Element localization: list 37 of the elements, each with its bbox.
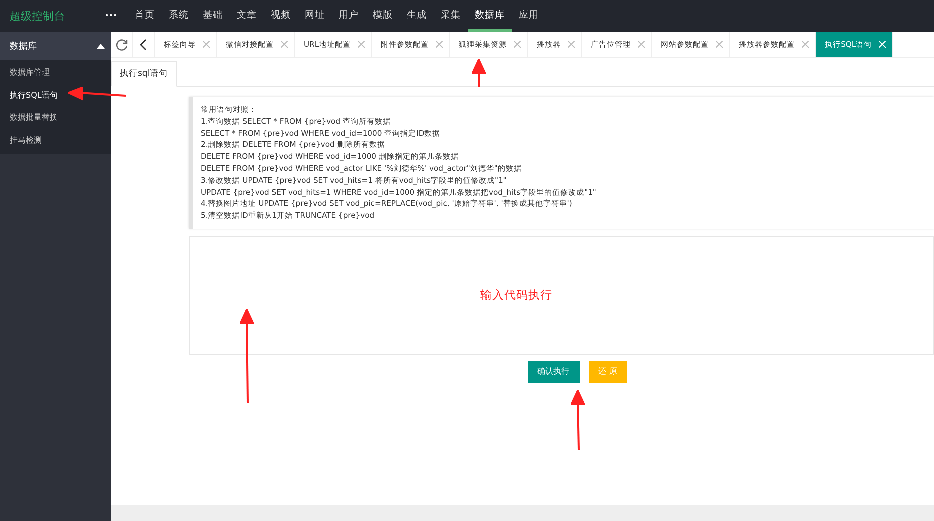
nav-item[interactable]: 采集 bbox=[434, 0, 468, 32]
close-icon[interactable] bbox=[568, 41, 576, 48]
annotation-arrow-icon bbox=[571, 390, 585, 450]
annotation-arrow-icon bbox=[68, 87, 126, 101]
close-icon[interactable] bbox=[638, 41, 646, 48]
confirm-button[interactable]: 确认执行 bbox=[528, 360, 580, 383]
close-icon[interactable] bbox=[281, 41, 288, 48]
close-icon[interactable] bbox=[358, 41, 366, 48]
code-input-field[interactable]: 输入代码执行 bbox=[189, 236, 934, 355]
nav-item[interactable]: 首页 bbox=[128, 0, 162, 32]
nav-item[interactable]: 模版 bbox=[366, 0, 400, 32]
nav-item[interactable]: 视频 bbox=[264, 0, 298, 32]
sidebar-item[interactable]: 数据批量替换 bbox=[0, 107, 60, 130]
logo-text: 超级控制台 bbox=[9, 8, 66, 24]
sidebar-item[interactable]: 数据库管理 bbox=[0, 62, 52, 84]
sidebar-item[interactable]: 执行SQL语句 bbox=[0, 84, 60, 107]
nav-item[interactable]: 生成 bbox=[400, 0, 434, 32]
sidebar-group-header[interactable]: 数据库 bbox=[0, 32, 111, 60]
annotation-text: 输入代码执行 bbox=[480, 288, 552, 303]
nav-item[interactable]: 基础 bbox=[196, 0, 230, 32]
annotation-arrow-icon bbox=[472, 59, 486, 87]
close-icon[interactable] bbox=[514, 41, 522, 48]
annotation-arrow-icon bbox=[240, 309, 254, 403]
caret-up-icon bbox=[97, 44, 105, 48]
nav-item[interactable]: 网址 bbox=[298, 0, 332, 32]
content-tab[interactable]: 执行sql语句 bbox=[111, 61, 178, 87]
nav-item[interactable]: 应用 bbox=[512, 0, 546, 32]
sidebar-item[interactable]: 挂马检测 bbox=[0, 130, 44, 152]
close-icon[interactable] bbox=[802, 41, 810, 48]
nav-item[interactable]: 文章 bbox=[230, 0, 264, 32]
close-icon[interactable] bbox=[716, 41, 724, 48]
refresh-icon bbox=[116, 38, 128, 50]
nav-item[interactable]: 系统 bbox=[162, 0, 196, 32]
close-icon[interactable] bbox=[203, 41, 210, 48]
chevron-left-icon bbox=[140, 38, 147, 50]
close-icon[interactable] bbox=[436, 41, 444, 48]
nav-item[interactable]: 用户 bbox=[332, 0, 366, 32]
